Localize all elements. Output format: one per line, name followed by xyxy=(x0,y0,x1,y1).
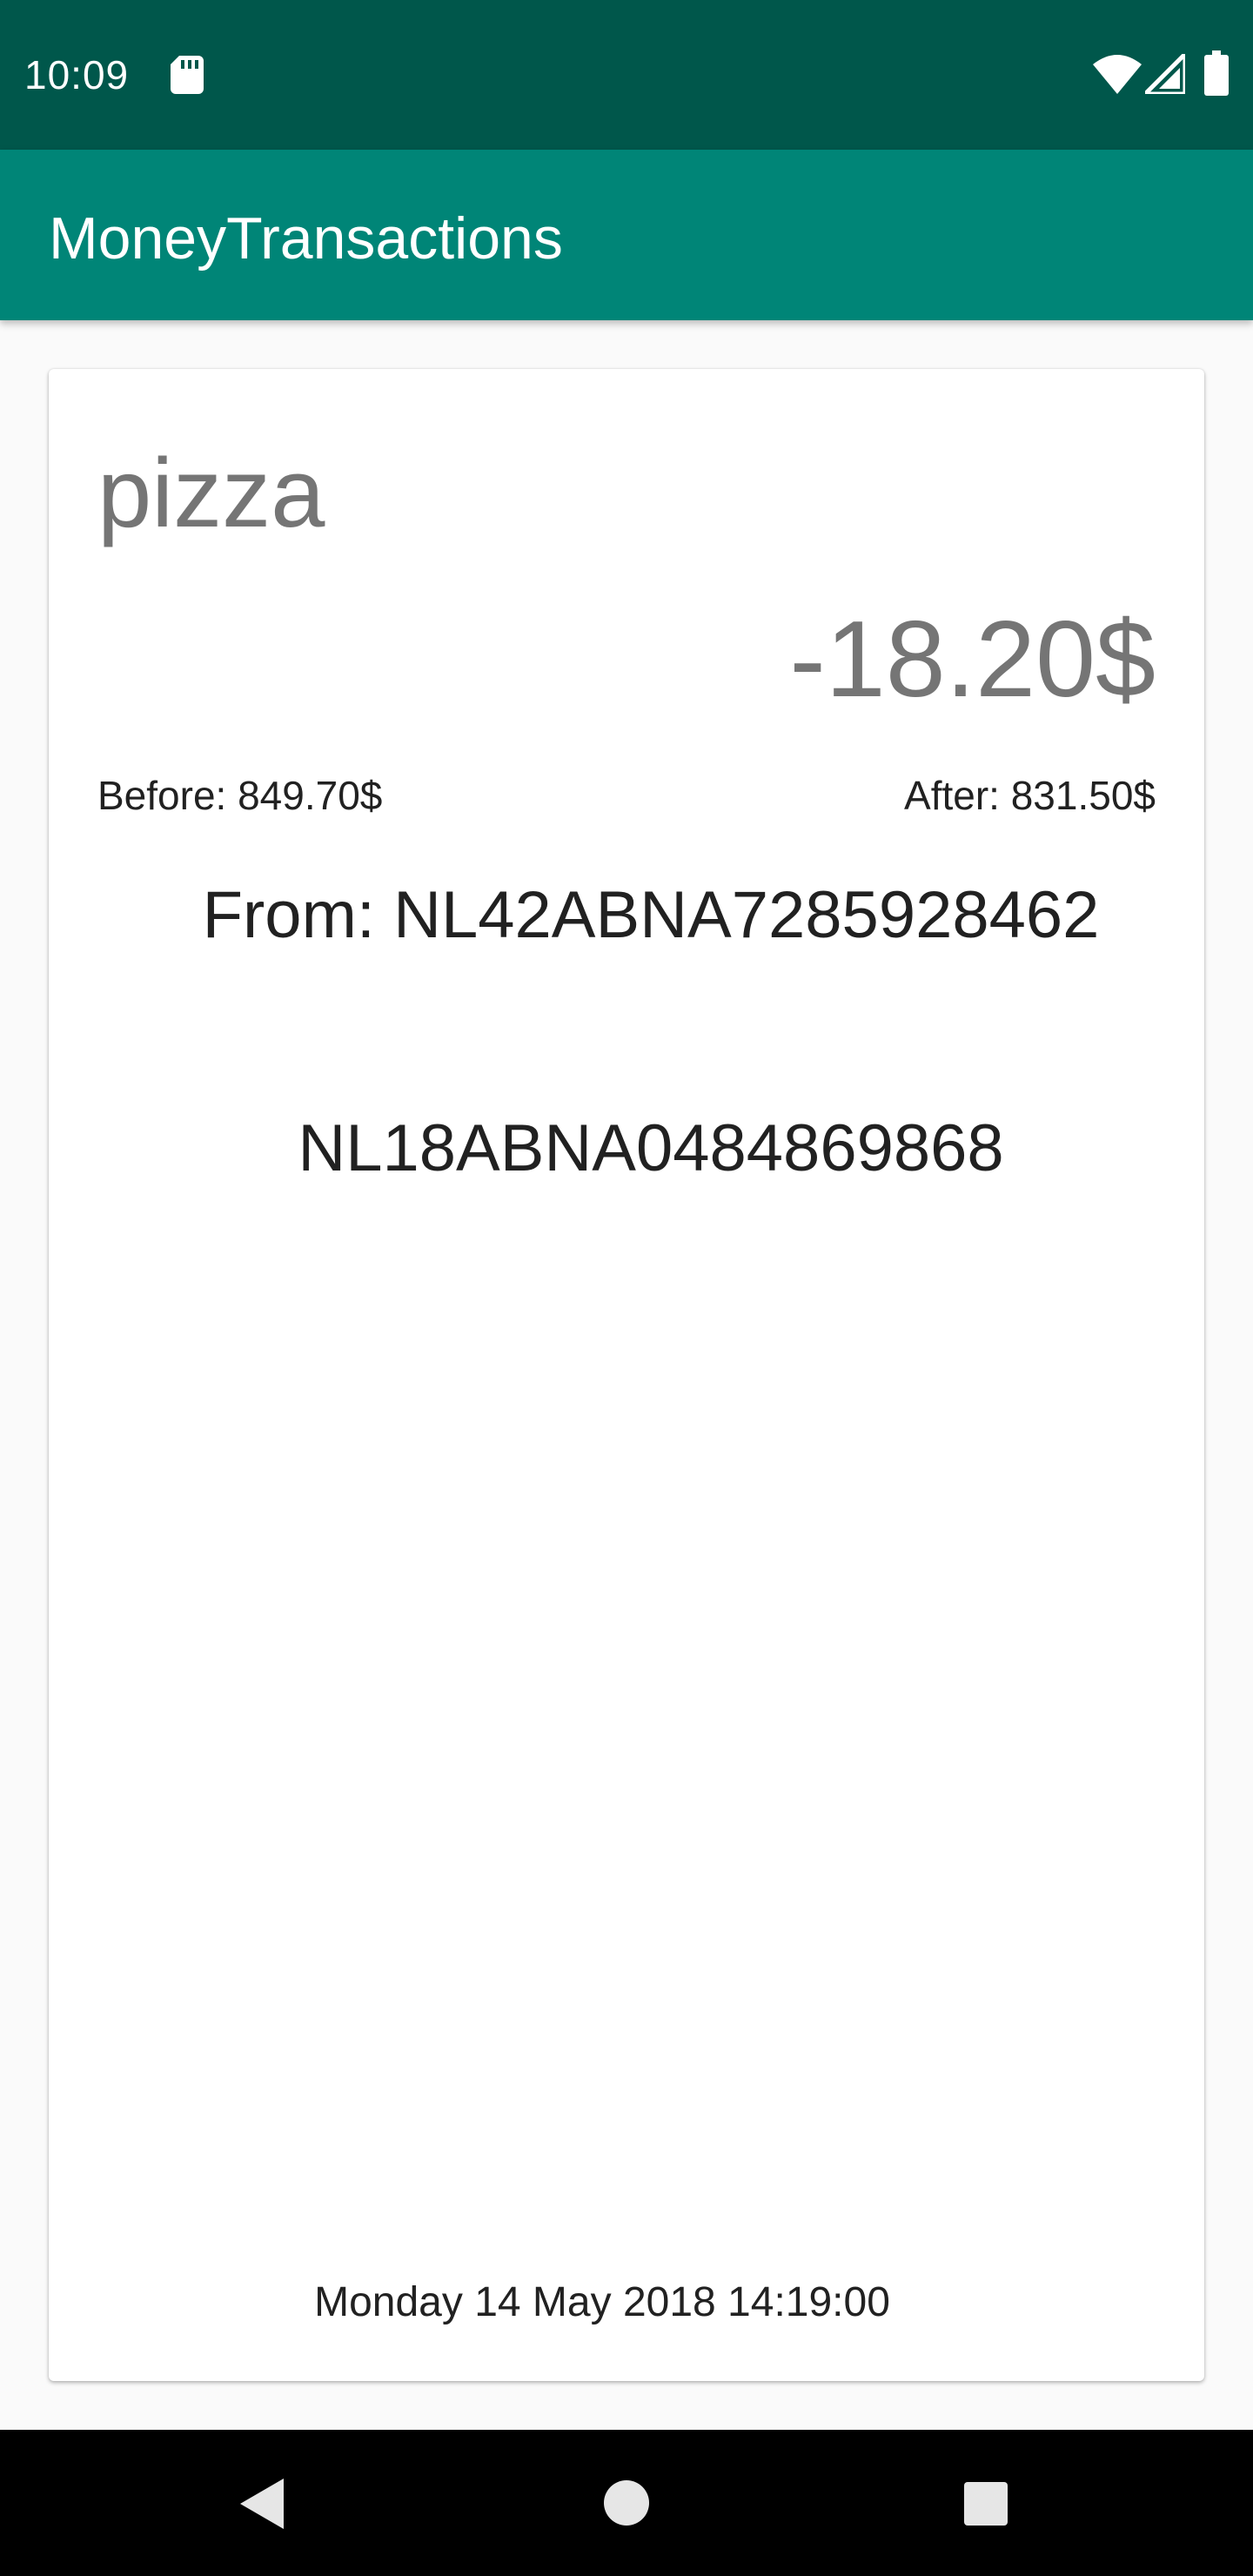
transaction-description: pizza xyxy=(97,439,325,547)
battery-icon xyxy=(1204,50,1229,96)
from-account: From: NL42ABNA7285928462 xyxy=(202,878,1100,952)
transaction-date: Monday 14 May 2018 14:19:00 xyxy=(314,2279,890,2325)
balance-after: After: 831.50$ xyxy=(904,773,1156,818)
app-bar: MoneyTransactions xyxy=(0,150,1253,320)
to-account: NL18ABNA0484869868 xyxy=(298,1111,1004,1185)
status-time: 10:09 xyxy=(24,52,130,97)
transaction-card: pizza -18.20$ Before: 849.70$ After: 831… xyxy=(49,369,1204,2381)
app-title: MoneyTransactions xyxy=(49,205,563,272)
sd-card-icon xyxy=(171,56,204,94)
transaction-amount: -18.20$ xyxy=(789,600,1156,720)
status-bar: 10:09 xyxy=(0,0,1253,150)
cell-signal-icon xyxy=(1145,54,1185,94)
wifi-icon xyxy=(1093,55,1142,94)
balance-before: Before: 849.70$ xyxy=(97,773,383,818)
navigation-bar xyxy=(0,2430,1253,2576)
home-icon[interactable] xyxy=(604,2480,649,2526)
recents-icon[interactable] xyxy=(964,2482,1008,2526)
back-icon[interactable] xyxy=(237,2477,285,2531)
